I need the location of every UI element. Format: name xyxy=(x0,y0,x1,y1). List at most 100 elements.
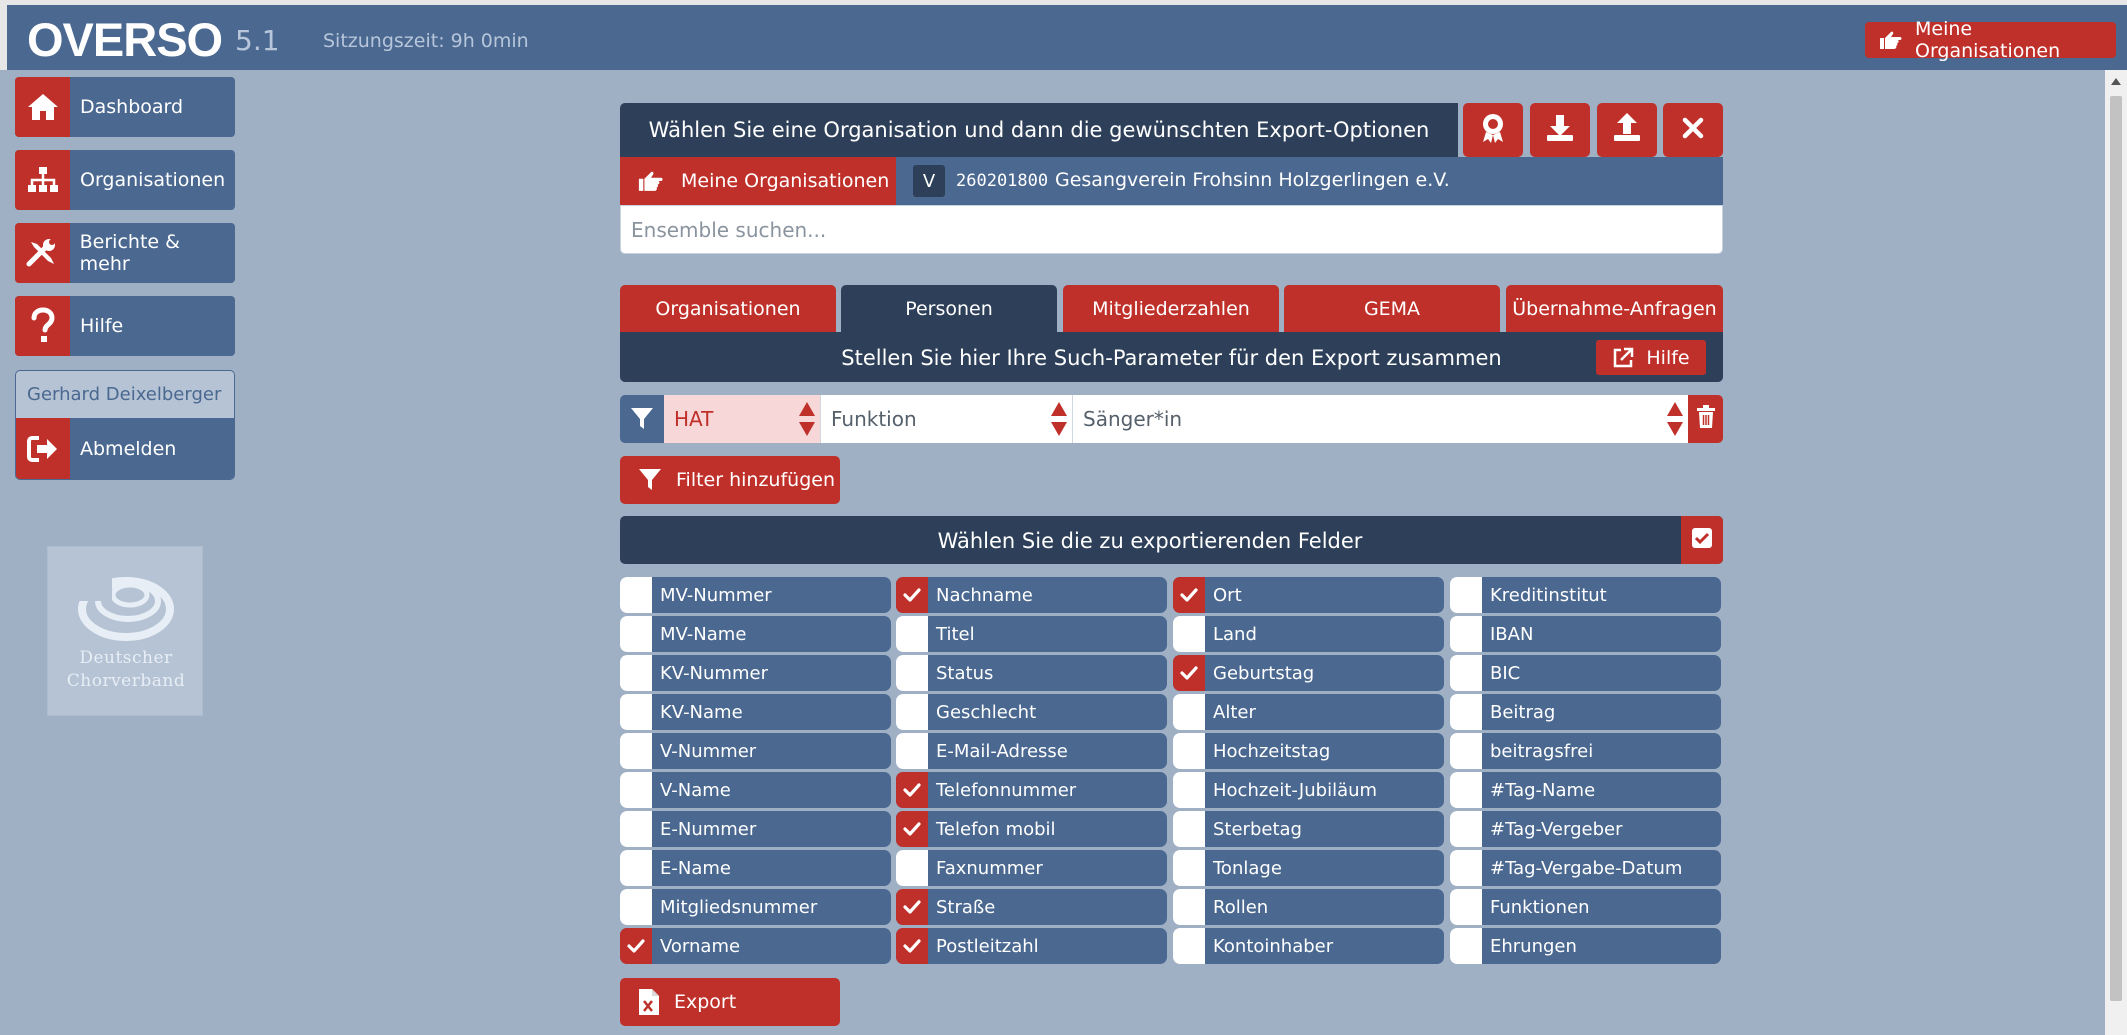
export-field-checkbox[interactable]: Hochzeitstag xyxy=(1173,733,1444,769)
checkbox-unchecked[interactable] xyxy=(620,772,652,808)
export-field-checkbox[interactable]: KV-Nummer xyxy=(620,655,891,691)
upload-button[interactable] xyxy=(1597,103,1657,157)
tab-organisationen[interactable]: Organisationen xyxy=(620,285,836,332)
export-field-checkbox[interactable]: Rollen xyxy=(1173,889,1444,925)
tab-personen[interactable]: Personen xyxy=(841,285,1057,332)
export-field-checkbox[interactable]: Kontoinhaber xyxy=(1173,928,1444,964)
export-field-checkbox[interactable]: #Tag-Name xyxy=(1450,772,1721,808)
my-organizations-button[interactable]: Meine Organisationen xyxy=(620,157,896,205)
checkbox-unchecked[interactable] xyxy=(1173,811,1205,847)
export-field-checkbox[interactable]: E-Name xyxy=(620,850,891,886)
checkbox-unchecked[interactable] xyxy=(620,811,652,847)
export-field-checkbox[interactable]: Geburtstag xyxy=(1173,655,1444,691)
export-field-checkbox[interactable]: #Tag-Vergabe-Datum xyxy=(1450,850,1721,886)
tab-gema[interactable]: GEMA xyxy=(1284,285,1500,332)
export-field-checkbox[interactable]: MV-Nummer xyxy=(620,577,891,613)
sidebar-item-organisationen[interactable]: Organisationen xyxy=(15,150,235,210)
export-field-checkbox[interactable]: MV-Name xyxy=(620,616,891,652)
app-logo[interactable]: OVERSO xyxy=(27,13,223,67)
checkbox-unchecked[interactable] xyxy=(896,655,928,691)
export-field-checkbox[interactable]: Hochzeit-Jubiläum xyxy=(1173,772,1444,808)
export-field-checkbox[interactable]: Telefonnummer xyxy=(896,772,1167,808)
checkbox-unchecked[interactable] xyxy=(1450,772,1482,808)
checkbox-unchecked[interactable] xyxy=(1450,655,1482,691)
export-field-checkbox[interactable]: Tonlage xyxy=(1173,850,1444,886)
export-field-checkbox[interactable]: Land xyxy=(1173,616,1444,652)
export-field-checkbox[interactable]: Geschlecht xyxy=(896,694,1167,730)
export-field-checkbox[interactable]: E-Nummer xyxy=(620,811,891,847)
checkbox-unchecked[interactable] xyxy=(1173,733,1205,769)
scroll-up-arrow[interactable] xyxy=(2111,78,2121,85)
checkbox-unchecked[interactable] xyxy=(896,694,928,730)
sidebar-item-dashboard[interactable]: Dashboard xyxy=(15,77,235,137)
export-button[interactable]: Export xyxy=(620,978,840,1026)
logout-button[interactable]: Abmelden xyxy=(16,418,234,479)
ensemble-search-input[interactable] xyxy=(620,205,1723,254)
filter-value-select[interactable]: Sänger*in xyxy=(1072,395,1688,443)
export-field-checkbox[interactable]: Nachname xyxy=(896,577,1167,613)
add-filter-button[interactable]: Filter hinzufügen xyxy=(620,456,840,504)
export-field-checkbox[interactable]: V-Name xyxy=(620,772,891,808)
checkbox-unchecked[interactable] xyxy=(896,616,928,652)
export-field-checkbox[interactable]: Ehrungen xyxy=(1450,928,1721,964)
checkbox-unchecked[interactable] xyxy=(620,850,652,886)
checkbox-unchecked[interactable] xyxy=(1450,928,1482,964)
checkbox-checked[interactable] xyxy=(620,928,652,964)
checkbox-unchecked[interactable] xyxy=(1173,616,1205,652)
export-field-checkbox[interactable]: Mitgliedsnummer xyxy=(620,889,891,925)
checkbox-unchecked[interactable] xyxy=(1173,928,1205,964)
export-field-checkbox[interactable]: Funktionen xyxy=(1450,889,1721,925)
checkbox-unchecked[interactable] xyxy=(1450,577,1482,613)
checkbox-unchecked[interactable] xyxy=(620,889,652,925)
export-field-checkbox[interactable]: #Tag-Vergeber xyxy=(1450,811,1721,847)
checkbox-checked[interactable] xyxy=(1173,577,1205,613)
checkbox-checked[interactable] xyxy=(1173,655,1205,691)
checkbox-unchecked[interactable] xyxy=(1173,889,1205,925)
export-field-checkbox[interactable]: Ort xyxy=(1173,577,1444,613)
export-field-checkbox[interactable]: beitragsfrei xyxy=(1450,733,1721,769)
checkbox-checked[interactable] xyxy=(896,889,928,925)
page-scrollbar[interactable] xyxy=(2105,70,2127,1035)
delete-filter-button[interactable] xyxy=(1688,395,1723,443)
export-field-checkbox[interactable]: Alter xyxy=(1173,694,1444,730)
checkbox-unchecked[interactable] xyxy=(1450,694,1482,730)
checkbox-unchecked[interactable] xyxy=(1450,733,1482,769)
sidebar-item-berichte[interactable]: Berichte & mehr xyxy=(15,223,235,283)
filter-mode-select[interactable]: HAT xyxy=(664,395,820,443)
checkbox-unchecked[interactable] xyxy=(1173,850,1205,886)
export-field-checkbox[interactable]: E-Mail-Adresse xyxy=(896,733,1167,769)
checkbox-checked[interactable] xyxy=(896,577,928,613)
download-button[interactable] xyxy=(1530,103,1590,157)
export-field-checkbox[interactable]: Kreditinstitut xyxy=(1450,577,1721,613)
checkbox-unchecked[interactable] xyxy=(620,694,652,730)
export-field-checkbox[interactable]: V-Nummer xyxy=(620,733,891,769)
checkbox-checked[interactable] xyxy=(896,811,928,847)
export-field-checkbox[interactable]: Status xyxy=(896,655,1167,691)
export-field-checkbox[interactable]: IBAN xyxy=(1450,616,1721,652)
checkbox-unchecked[interactable] xyxy=(1173,694,1205,730)
checkbox-unchecked[interactable] xyxy=(896,850,928,886)
checkbox-unchecked[interactable] xyxy=(620,577,652,613)
checkbox-unchecked[interactable] xyxy=(1450,616,1482,652)
checkbox-checked[interactable] xyxy=(896,772,928,808)
sidebar-item-hilfe[interactable]: Hilfe xyxy=(15,296,235,356)
export-field-checkbox[interactable]: Straße xyxy=(896,889,1167,925)
help-button[interactable]: Hilfe xyxy=(1596,340,1706,375)
export-field-checkbox[interactable]: Titel xyxy=(896,616,1167,652)
close-button[interactable] xyxy=(1663,103,1723,157)
checkbox-unchecked[interactable] xyxy=(1450,889,1482,925)
checkbox-unchecked[interactable] xyxy=(1450,850,1482,886)
tab-uebernahme-anfragen[interactable]: Übernahme-Anfragen xyxy=(1506,285,1723,332)
select-all-fields-button[interactable] xyxy=(1681,516,1723,564)
my-organizations-top-button[interactable]: Meine Organisationen xyxy=(1865,18,2116,62)
export-field-checkbox[interactable]: KV-Name xyxy=(620,694,891,730)
checkbox-checked[interactable] xyxy=(896,928,928,964)
checkbox-unchecked[interactable] xyxy=(620,616,652,652)
export-field-checkbox[interactable]: BIC xyxy=(1450,655,1721,691)
checkbox-unchecked[interactable] xyxy=(620,733,652,769)
tab-mitgliederzahlen[interactable]: Mitgliederzahlen xyxy=(1063,285,1279,332)
export-field-checkbox[interactable]: Vorname xyxy=(620,928,891,964)
export-field-checkbox[interactable]: Beitrag xyxy=(1450,694,1721,730)
export-field-checkbox[interactable]: Telefon mobil xyxy=(896,811,1167,847)
org-name[interactable]: Gesangverein Frohsinn Holzgerlingen e.V. xyxy=(1055,169,1450,191)
